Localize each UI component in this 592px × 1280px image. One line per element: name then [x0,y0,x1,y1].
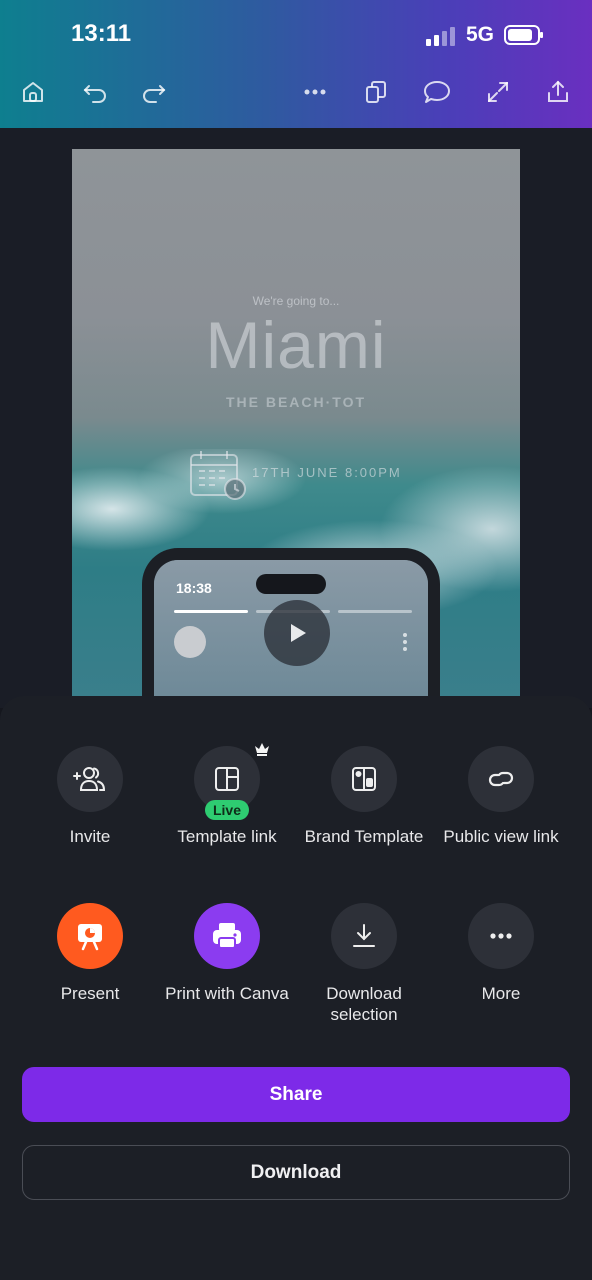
phone-mockup: 18:38 [142,548,440,709]
public-view-link-action[interactable]: Public view link [431,746,571,847]
share-button[interactable]: Share [22,1067,570,1122]
network-label: 5G [466,23,495,46]
invite-label: Invite [69,827,111,846]
present-label: Present [60,984,120,1003]
comments-button[interactable] [419,74,455,110]
design-page[interactable]: We're going to... Miami THE BEACH·TOT 17… [72,149,520,709]
download-icon [353,924,375,947]
fullscreen-button[interactable] [480,74,516,110]
expand-icon [488,82,508,102]
battery-icon [504,25,543,45]
app-root: 13:11 5G We're going to... Miami THE BEA… [0,0,592,1280]
printer-icon [213,923,241,949]
print-circle [194,903,260,969]
calendar-icon [190,451,246,500]
share-upload-icon [548,80,568,102]
crown-icon [255,743,269,756]
more-action[interactable]: More [431,903,571,1004]
redo-icon [143,85,166,103]
pages-button[interactable] [358,74,394,110]
invite-people-icon [73,767,106,791]
more-options-button[interactable] [297,74,333,110]
redo-button[interactable] [136,74,172,110]
more-horizontal-icon [304,89,326,95]
download-selection-label: Download selection [326,984,402,1024]
pages-icon [366,81,386,103]
print-with-canva-label: Print with Canva [165,984,289,1003]
download-button[interactable]: Download [22,1145,570,1200]
template-layout-icon [215,767,239,791]
phone-notch [256,574,326,594]
present-icon [78,924,102,951]
link-icon [488,771,514,787]
live-badge: Live [204,800,250,820]
undo-icon [83,85,106,103]
public-view-link-circle [468,746,534,812]
comment-icon [424,81,450,103]
download-selection-circle [331,903,397,969]
invite-circle [57,746,123,812]
more-circle [468,903,534,969]
more-vertical-icon [403,633,407,651]
brand-template-circle [331,746,397,812]
design-tagline: We're going to... [252,294,340,308]
design-date: 17TH JUNE 8:00PM [252,465,402,480]
brand-template-action[interactable]: Brand Template [294,746,434,847]
design-city-title: Miami [205,308,387,382]
brand-template-label: Brand Template [304,827,424,846]
home-icon [23,82,43,102]
status-time: 13:11 [71,20,132,47]
home-button[interactable] [15,74,51,110]
brand-template-icon [352,767,376,791]
template-link-label: Template link [177,827,277,846]
present-action[interactable]: Present [20,903,160,1004]
design-subtitle: THE BEACH·TOT [225,394,367,410]
top-toolbar: 13:11 5G [0,0,592,128]
more-label: More [481,984,521,1003]
phone-time: 18:38 [176,580,212,596]
template-link-circle: Live [194,743,269,820]
play-icon [291,624,306,642]
download-selection-action[interactable]: Download selection [294,903,434,1025]
phone-avatar [174,626,206,658]
signal-icon [426,27,455,46]
play-button [264,600,330,666]
undo-button[interactable] [77,74,113,110]
public-view-link-label: Public view link [443,827,559,846]
invite-action[interactable]: Invite [20,746,160,847]
present-circle [57,903,123,969]
more-horizontal-icon [490,933,512,939]
template-link-action[interactable]: Live Template link [157,743,297,847]
share-upload-button[interactable] [540,74,576,110]
print-with-canva-action[interactable]: Print with Canva [157,903,297,1004]
